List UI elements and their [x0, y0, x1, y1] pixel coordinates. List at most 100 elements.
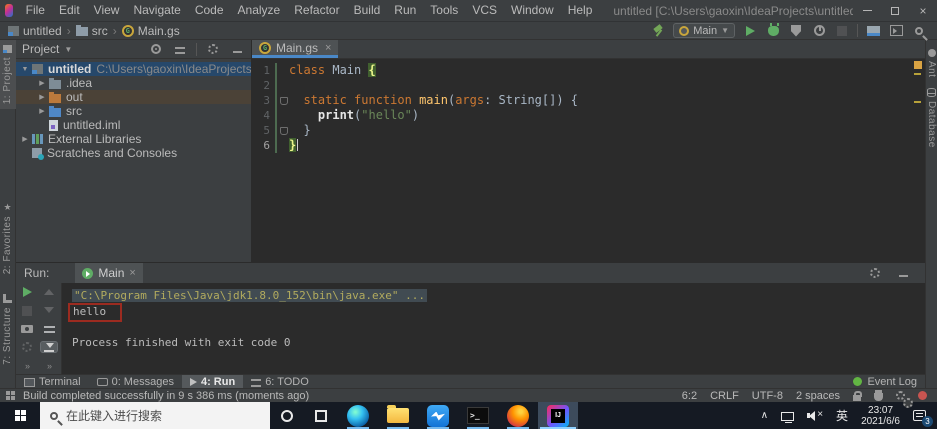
event-log-button[interactable]: Event Log — [853, 376, 917, 388]
tree-item-untitled-iml[interactable]: untitled.iml — [16, 118, 251, 132]
tree-collapsed-icon[interactable]: ▶ — [35, 93, 49, 101]
input-language-indicator[interactable]: 英 — [836, 407, 848, 424]
menu-vcs[interactable]: VCS — [465, 0, 504, 21]
coverage-button[interactable] — [788, 23, 804, 39]
collapse-button[interactable] — [172, 41, 188, 57]
tree-collapsed-icon[interactable]: ▶ — [18, 135, 32, 143]
taskbar-search-box[interactable]: 在此键入进行搜索 — [40, 402, 270, 429]
tree-item-out[interactable]: ▶ out — [16, 90, 251, 104]
close-icon[interactable]: × — [909, 0, 937, 21]
explorer-taskbar-button[interactable] — [378, 402, 418, 429]
run-console[interactable]: "C:\Program Files\Java\jdk1.8.0_152\bin\… — [62, 283, 925, 374]
down-button[interactable] — [41, 305, 57, 314]
gears-icon[interactable] — [896, 391, 913, 408]
up-button[interactable] — [41, 287, 57, 296]
task-view-button[interactable] — [304, 402, 338, 429]
search-button[interactable] — [911, 23, 927, 39]
menu-analyze[interactable]: Analyze — [231, 0, 288, 21]
tree-item-src[interactable]: ▶ src — [16, 104, 251, 118]
tool-stripe-ant[interactable]: Ant — [926, 44, 937, 83]
gear-button[interactable] — [205, 41, 221, 57]
menu-file[interactable]: File — [19, 0, 52, 21]
stop-button[interactable] — [19, 306, 35, 316]
show-hidden-icons-icon[interactable]: ∧ — [761, 410, 768, 421]
menu-run[interactable]: Run — [387, 0, 423, 21]
volume-muted-icon[interactable] — [807, 409, 823, 422]
code-area[interactable]: 1 class Main {2 3 static function main(arg… — [252, 59, 925, 262]
cortana-button[interactable] — [270, 402, 304, 429]
status-6-2[interactable]: 6:2 — [682, 390, 697, 402]
profiler-button[interactable] — [811, 23, 827, 39]
more-icons-chevron[interactable]: » — [47, 361, 52, 371]
toolwindow-switcher-icon[interactable] — [6, 391, 15, 400]
thunder-taskbar-button[interactable] — [418, 402, 458, 429]
min-button[interactable] — [895, 265, 911, 281]
gear-button[interactable] — [19, 342, 35, 352]
status-message[interactable]: Build completed successfully in 9 s 386 … — [23, 390, 309, 402]
debug-button[interactable] — [765, 22, 781, 39]
camera-button[interactable] — [19, 325, 35, 333]
menu-build[interactable]: Build — [347, 0, 388, 21]
stop-button[interactable] — [834, 23, 850, 39]
menu-refactor[interactable]: Refactor — [287, 0, 346, 21]
menu-window[interactable]: Window — [504, 0, 561, 21]
tool-stripe-database[interactable]: Database — [926, 83, 937, 153]
clock[interactable]: 23:07 2021/6/6 — [861, 405, 900, 427]
toolwindow-tab-0-messages[interactable]: 0: Messages — [89, 375, 182, 389]
menu-help[interactable]: Help — [561, 0, 600, 21]
terminal-button[interactable] — [888, 23, 904, 39]
more-icons-chevron[interactable]: » — [25, 361, 30, 371]
tree-item-idea[interactable]: ▶ .idea — [16, 76, 251, 90]
editor-tab-main-gs[interactable]: Main.gs × — [252, 40, 339, 58]
wrap-button[interactable] — [41, 324, 57, 333]
tree-collapsed-icon[interactable]: ▶ — [35, 79, 49, 87]
menu-code[interactable]: Code — [188, 0, 231, 21]
menu-navigate[interactable]: Navigate — [126, 0, 187, 21]
tree-item-external-libraries[interactable]: ▶ External Libraries — [16, 132, 251, 146]
scrollend-button[interactable] — [40, 340, 58, 353]
warning-mark[interactable] — [914, 101, 921, 103]
idea-taskbar-button[interactable] — [538, 402, 578, 429]
reddot-icon[interactable] — [918, 391, 927, 400]
edge-taskbar-button[interactable] — [338, 402, 378, 429]
close-tab-icon[interactable]: × — [129, 267, 135, 279]
firefox-taskbar-button[interactable] — [498, 402, 538, 429]
gear-button[interactable] — [867, 265, 883, 281]
maximize-icon[interactable] — [881, 0, 909, 21]
locate-button[interactable] — [148, 41, 164, 57]
menu-view[interactable]: View — [87, 0, 127, 21]
network-icon[interactable] — [781, 411, 795, 423]
notification-center-button[interactable]: 3 — [913, 408, 933, 427]
toolwindow-tab-4-run[interactable]: 4: Run — [181, 375, 244, 389]
tool-stripe-1-project[interactable]: 1: Project — [0, 40, 16, 110]
breadcrumb-untitled[interactable]: untitled — [8, 24, 62, 38]
toolwindow-tab-6-todo[interactable]: 6: TODO — [243, 375, 317, 389]
play-button[interactable] — [19, 287, 35, 297]
tree-collapsed-icon[interactable]: ▶ — [35, 107, 49, 115]
tool-stripe-2-favorites[interactable]: 2: Favorites — [2, 197, 13, 279]
min-button[interactable] — [229, 41, 245, 57]
chevron-down-icon[interactable]: ▼ — [64, 45, 72, 54]
cmd-taskbar-button[interactable] — [458, 402, 498, 429]
tree-item-scratches-and-consoles[interactable]: Scratches and Consoles — [16, 146, 251, 160]
run-tab-main[interactable]: Main × — [75, 263, 143, 283]
menu-edit[interactable]: Edit — [52, 0, 87, 21]
hector-icon[interactable] — [874, 390, 883, 401]
breadcrumb-src[interactable]: src — [75, 24, 108, 38]
status-2-spaces[interactable]: 2 spaces — [796, 390, 840, 402]
run-configuration-dropdown[interactable]: Main ▼ — [673, 23, 735, 38]
warning-mark[interactable] — [914, 73, 921, 75]
status-crlf[interactable]: CRLF — [710, 390, 739, 402]
editor-scroll-marks[interactable] — [911, 59, 925, 262]
tool-stripe-7-structure[interactable]: 7: Structure — [2, 289, 13, 370]
play-button[interactable] — [742, 23, 758, 39]
minimize-icon[interactable] — [853, 0, 881, 21]
tree-item-untitled[interactable]: ▼untitledC:\Users\gaoxin\IdeaProjects\un… — [16, 62, 251, 76]
status-utf-8[interactable]: UTF-8 — [752, 390, 783, 402]
lock-icon[interactable] — [853, 391, 862, 401]
inspection-indicator-icon[interactable] — [914, 61, 922, 69]
tree-expanded-icon[interactable]: ▼ — [18, 66, 32, 73]
breadcrumb-main-gs[interactable]: Main.gs — [121, 24, 180, 38]
toolwindow-tab-terminal[interactable]: Terminal — [16, 375, 89, 389]
fold-icon[interactable] — [277, 93, 289, 108]
